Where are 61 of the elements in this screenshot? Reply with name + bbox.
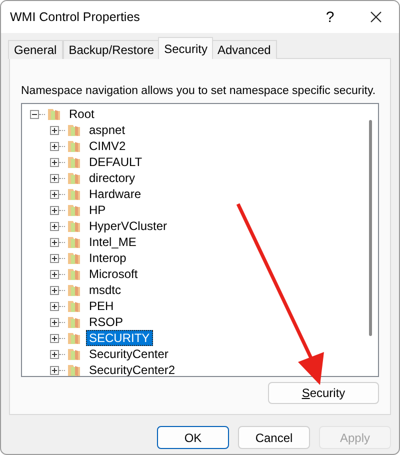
tree-item[interactable]: Root bbox=[66, 106, 98, 122]
tree-item[interactable]: Interop bbox=[86, 250, 130, 266]
tree-item[interactable]: DEFAULT bbox=[86, 154, 146, 170]
folder-icon bbox=[66, 298, 82, 314]
tree-item[interactable]: HyperVCluster bbox=[86, 218, 170, 234]
folder-icon bbox=[66, 282, 82, 298]
tree-item[interactable]: CIMV2 bbox=[86, 138, 129, 154]
folder-icon bbox=[66, 170, 82, 186]
tree-item[interactable]: SecurityCenter bbox=[86, 346, 172, 362]
tree-item[interactable]: RSOP bbox=[86, 314, 126, 330]
tree-item[interactable]: directory bbox=[86, 170, 138, 186]
collapse-icon[interactable] bbox=[30, 110, 39, 118]
expand-icon[interactable] bbox=[50, 126, 59, 134]
folder-icon bbox=[66, 234, 82, 250]
cancel-button[interactable]: Cancel bbox=[238, 426, 310, 449]
expand-icon[interactable] bbox=[50, 238, 59, 246]
tab[interactable]: General bbox=[8, 40, 63, 59]
folder-icon bbox=[66, 202, 82, 218]
ok-button[interactable]: OK bbox=[157, 426, 229, 449]
tree-item[interactable]: Microsoft bbox=[86, 266, 141, 282]
tree-item[interactable]: Hardware bbox=[86, 186, 144, 202]
folder-icon bbox=[66, 330, 82, 346]
expand-icon[interactable] bbox=[50, 270, 59, 278]
folder-icon bbox=[66, 186, 82, 202]
tree-item[interactable]: HP bbox=[86, 202, 109, 218]
tab[interactable]: Advanced bbox=[211, 40, 277, 59]
folder-icon bbox=[66, 266, 82, 282]
expand-icon[interactable] bbox=[50, 174, 59, 182]
expand-icon[interactable] bbox=[50, 318, 59, 326]
tree-item[interactable]: SECURITY bbox=[86, 330, 153, 346]
expand-icon[interactable] bbox=[50, 366, 59, 374]
window-title: WMI Control Properties bbox=[9, 10, 141, 24]
folder-icon bbox=[66, 218, 82, 234]
expand-icon[interactable] bbox=[50, 190, 59, 198]
folder-icon bbox=[66, 122, 82, 138]
tree-item[interactable]: PEH bbox=[86, 298, 117, 314]
expand-icon[interactable] bbox=[50, 254, 59, 262]
folder-icon bbox=[46, 106, 62, 122]
help-button[interactable]: ? bbox=[307, 1, 353, 33]
tab[interactable]: Backup/Restore bbox=[62, 40, 160, 59]
tab[interactable]: Security bbox=[158, 37, 214, 59]
expand-icon[interactable] bbox=[50, 158, 59, 166]
close-icon bbox=[370, 11, 382, 23]
expand-icon[interactable] bbox=[50, 142, 59, 150]
security-button[interactable]: Security bbox=[268, 382, 379, 404]
tree-item[interactable]: Intel_ME bbox=[86, 234, 140, 250]
folder-icon bbox=[66, 250, 82, 266]
folder-icon bbox=[66, 362, 82, 376]
description-text: Namespace navigation allows you to set namespace specific security. bbox=[21, 85, 377, 97]
folder-icon bbox=[66, 138, 82, 154]
tree-item[interactable]: aspnet bbox=[86, 122, 128, 138]
expand-icon[interactable] bbox=[50, 334, 59, 342]
expand-icon[interactable] bbox=[50, 286, 59, 294]
expand-icon[interactable] bbox=[50, 302, 59, 310]
expand-icon[interactable] bbox=[50, 350, 59, 358]
expand-icon[interactable] bbox=[50, 206, 59, 214]
expand-icon[interactable] bbox=[50, 222, 59, 230]
tree-item[interactable]: msdtc bbox=[86, 282, 124, 298]
folder-icon bbox=[66, 346, 82, 362]
folder-icon bbox=[66, 314, 82, 330]
folder-icon bbox=[66, 154, 82, 170]
